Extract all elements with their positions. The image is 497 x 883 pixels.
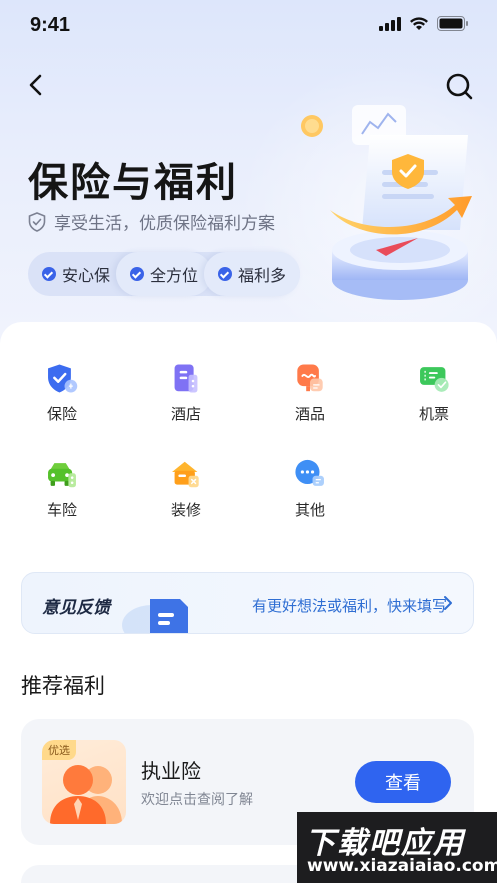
- view-button[interactable]: 查看: [355, 761, 451, 803]
- category-label: 车险: [46, 501, 77, 519]
- category-grid: 保险 酒店 酒品 机票 车险 装修 其他: [0, 344, 497, 520]
- category-item-car[interactable]: 车险: [0, 440, 124, 520]
- feedback-description[interactable]: 有更好想法或福利，快来填写: [252, 595, 447, 616]
- wifi-icon: [410, 16, 428, 30]
- category-item-wine[interactable]: 酒品: [248, 344, 372, 424]
- signal-icon: [379, 16, 401, 31]
- category-label: 酒店: [170, 405, 201, 423]
- hero-banner: 9:41 保险与福利 享受生活，优质保险福利方案 安心保 全方位 福利多: [0, 0, 497, 360]
- status-bar: 9:41: [0, 0, 497, 50]
- content-panel: 保险 酒店 酒品 机票 车险 装修 其他 意见反馈 有更好想法或福利，快来填写 …: [0, 322, 497, 883]
- card-thumbnail: 优选: [42, 740, 126, 824]
- category-label: 机票: [418, 405, 449, 423]
- category-label: 酒品: [294, 405, 325, 423]
- category-item-hotel[interactable]: 酒店: [124, 344, 248, 424]
- document-icon: [122, 599, 188, 633]
- battery-icon: [437, 16, 468, 31]
- watermark-logo: 下载吧应用 www.xiazaiaiao.com: [297, 812, 497, 883]
- category-label: 其他: [294, 501, 325, 519]
- check-circle-icon: [42, 267, 56, 281]
- page-title: 保险与福利: [28, 160, 238, 206]
- tag-label: 福利多: [238, 266, 287, 285]
- category-item-renovation[interactable]: 装修: [124, 440, 248, 520]
- tag-item: 福利多: [204, 252, 301, 296]
- search-icon[interactable]: [445, 72, 473, 100]
- chevron-right-icon: [444, 596, 452, 610]
- card-description: 欢迎点击查阅了解: [141, 792, 253, 808]
- tag-item: 安心保: [28, 252, 124, 296]
- category-item-flight[interactable]: 机票: [372, 344, 496, 424]
- tag-label: 全方位: [150, 266, 199, 285]
- page-subtitle: 享受生活，优质保险福利方案: [28, 209, 275, 234]
- feedback-title: 意见反馈: [42, 598, 110, 618]
- subtitle-text: 享受生活，优质保险福利方案: [54, 214, 275, 234]
- renovation-house-icon: [172, 461, 199, 488]
- check-circle-icon: [218, 267, 233, 281]
- insurance-shield-icon: [48, 364, 78, 393]
- category-label: 装修: [170, 501, 201, 519]
- feature-tags: 安心保 全方位 福利多: [28, 252, 301, 296]
- car-insurance-icon: [48, 463, 76, 488]
- shield-check-icon: [28, 211, 46, 232]
- airline-ticket-icon: [420, 367, 449, 392]
- card-title: 执业险: [141, 759, 201, 783]
- tag-label: 安心保: [62, 266, 111, 285]
- category-label: 保险: [46, 405, 77, 423]
- tag-item: 全方位: [116, 252, 213, 296]
- feedback-banner[interactable]: 意见反馈 有更好想法或福利，快来填写: [21, 572, 474, 634]
- insurance-illustration: [301, 105, 472, 300]
- section-title-recommend: 推荐福利: [21, 674, 105, 698]
- back-arrow-icon[interactable]: [24, 72, 50, 98]
- hotel-building-icon: [174, 364, 198, 393]
- card-badge: 优选: [42, 740, 76, 760]
- wine-glass-icon: [297, 364, 323, 392]
- check-circle-icon: [130, 267, 145, 281]
- category-item-insurance[interactable]: 保险: [0, 344, 124, 424]
- status-icons: [379, 16, 469, 31]
- status-time: 9:41: [30, 14, 71, 36]
- watermark-url: www.xiazaiaiao.com: [307, 856, 497, 876]
- category-item-other[interactable]: 其他: [248, 440, 372, 520]
- chat-bubble-icon: [295, 459, 324, 486]
